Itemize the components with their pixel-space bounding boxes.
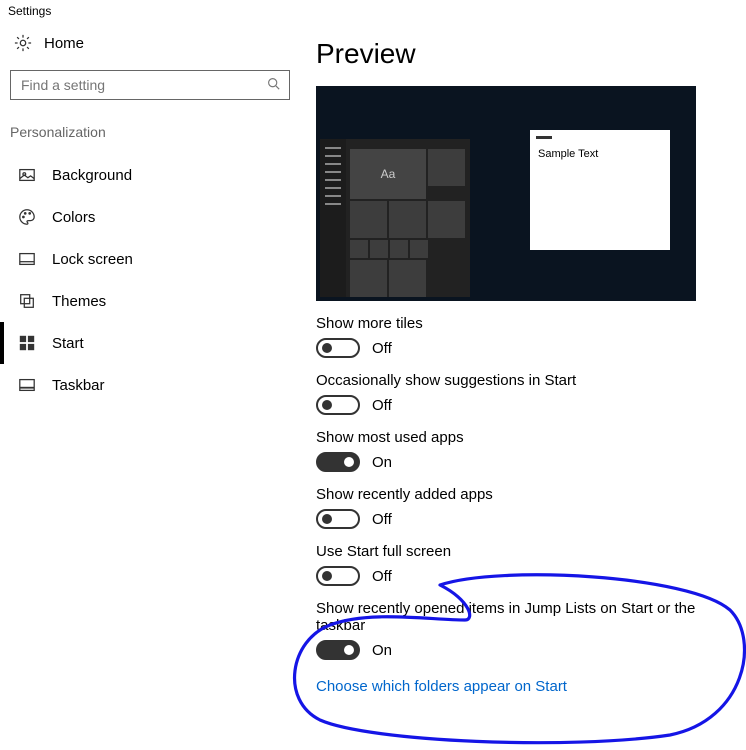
tile <box>428 201 465 238</box>
start-preview: Microsoft Windo Aa <box>316 86 696 301</box>
window-title: Settings <box>0 0 746 22</box>
sample-window: Sample Text <box>530 130 670 250</box>
lockscreen-icon <box>18 250 36 268</box>
toggle-state: Off <box>372 568 392 585</box>
home-button[interactable]: Home <box>0 22 300 64</box>
sidebar-item-label: Themes <box>52 293 106 310</box>
tile <box>350 201 387 238</box>
tile <box>410 240 428 258</box>
sidebar-item-lockscreen[interactable]: Lock screen <box>0 238 300 280</box>
start-icon <box>18 334 36 352</box>
section-title: Personalization <box>0 112 300 154</box>
toggle-state: On <box>372 642 392 659</box>
sidebar-item-label: Lock screen <box>52 251 133 268</box>
toggle-recently-added[interactable] <box>316 509 360 529</box>
tile <box>428 149 465 186</box>
toggle-suggestions[interactable] <box>316 395 360 415</box>
tile <box>389 260 426 297</box>
search-icon <box>267 77 280 93</box>
toggle-state: Off <box>372 397 392 414</box>
sidebar-item-label: Background <box>52 167 132 184</box>
tile <box>350 260 387 297</box>
setting-suggestions: Occasionally show suggestions in Start O… <box>316 372 730 415</box>
page-title: Preview <box>316 38 730 70</box>
search-input[interactable] <box>10 70 290 100</box>
toggle-full-screen[interactable] <box>316 566 360 586</box>
toggle-most-used[interactable] <box>316 452 360 472</box>
taskbar-icon <box>18 376 36 394</box>
choose-folders-link[interactable]: Choose which folders appear on Start <box>316 678 567 695</box>
mini-start-rail <box>320 139 346 297</box>
palette-icon <box>18 208 36 226</box>
setting-recently-added: Show recently added apps Off <box>316 486 730 529</box>
setting-label: Show recently opened items in Jump Lists… <box>316 600 730 634</box>
search-container <box>0 64 300 112</box>
setting-label: Show more tiles <box>316 315 730 332</box>
sidebar: Home Personalization Background <box>0 22 300 748</box>
setting-label: Occasionally show suggestions in Start <box>316 372 730 389</box>
setting-most-used: Show most used apps On <box>316 429 730 472</box>
home-label: Home <box>44 35 84 52</box>
tile <box>370 240 388 258</box>
sidebar-item-themes[interactable]: Themes <box>0 280 300 322</box>
main-panel: Preview Microsoft Windo Aa <box>300 22 746 748</box>
sidebar-item-start[interactable]: Start <box>0 322 300 364</box>
gear-icon <box>14 34 32 52</box>
mini-start-tiles: Aa <box>346 139 470 297</box>
setting-label: Show most used apps <box>316 429 730 446</box>
setting-full-screen: Use Start full screen Off <box>316 543 730 586</box>
sidebar-item-taskbar[interactable]: Taskbar <box>0 364 300 406</box>
tile-font-sample: Aa <box>350 149 426 199</box>
toggle-show-more-tiles[interactable] <box>316 338 360 358</box>
setting-show-more-tiles: Show more tiles Off <box>316 315 730 358</box>
sidebar-item-background[interactable]: Background <box>0 154 300 196</box>
themes-icon <box>18 292 36 310</box>
picture-icon <box>18 166 36 184</box>
setting-jump-lists: Show recently opened items in Jump Lists… <box>316 600 730 660</box>
setting-label: Show recently added apps <box>316 486 730 503</box>
sidebar-item-colors[interactable]: Colors <box>0 196 300 238</box>
sidebar-item-label: Taskbar <box>52 377 105 394</box>
setting-label: Use Start full screen <box>316 543 730 560</box>
tile <box>350 240 368 258</box>
toggle-state: Off <box>372 340 392 357</box>
tile <box>389 201 426 238</box>
toggle-state: On <box>372 454 392 471</box>
toggle-state: Off <box>372 511 392 528</box>
sidebar-item-label: Colors <box>52 209 95 226</box>
content-area: Home Personalization Background <box>0 22 746 748</box>
toggle-jump-lists[interactable] <box>316 640 360 660</box>
mini-start-menu: Aa <box>320 139 470 297</box>
tile <box>390 240 408 258</box>
sidebar-item-label: Start <box>52 335 84 352</box>
